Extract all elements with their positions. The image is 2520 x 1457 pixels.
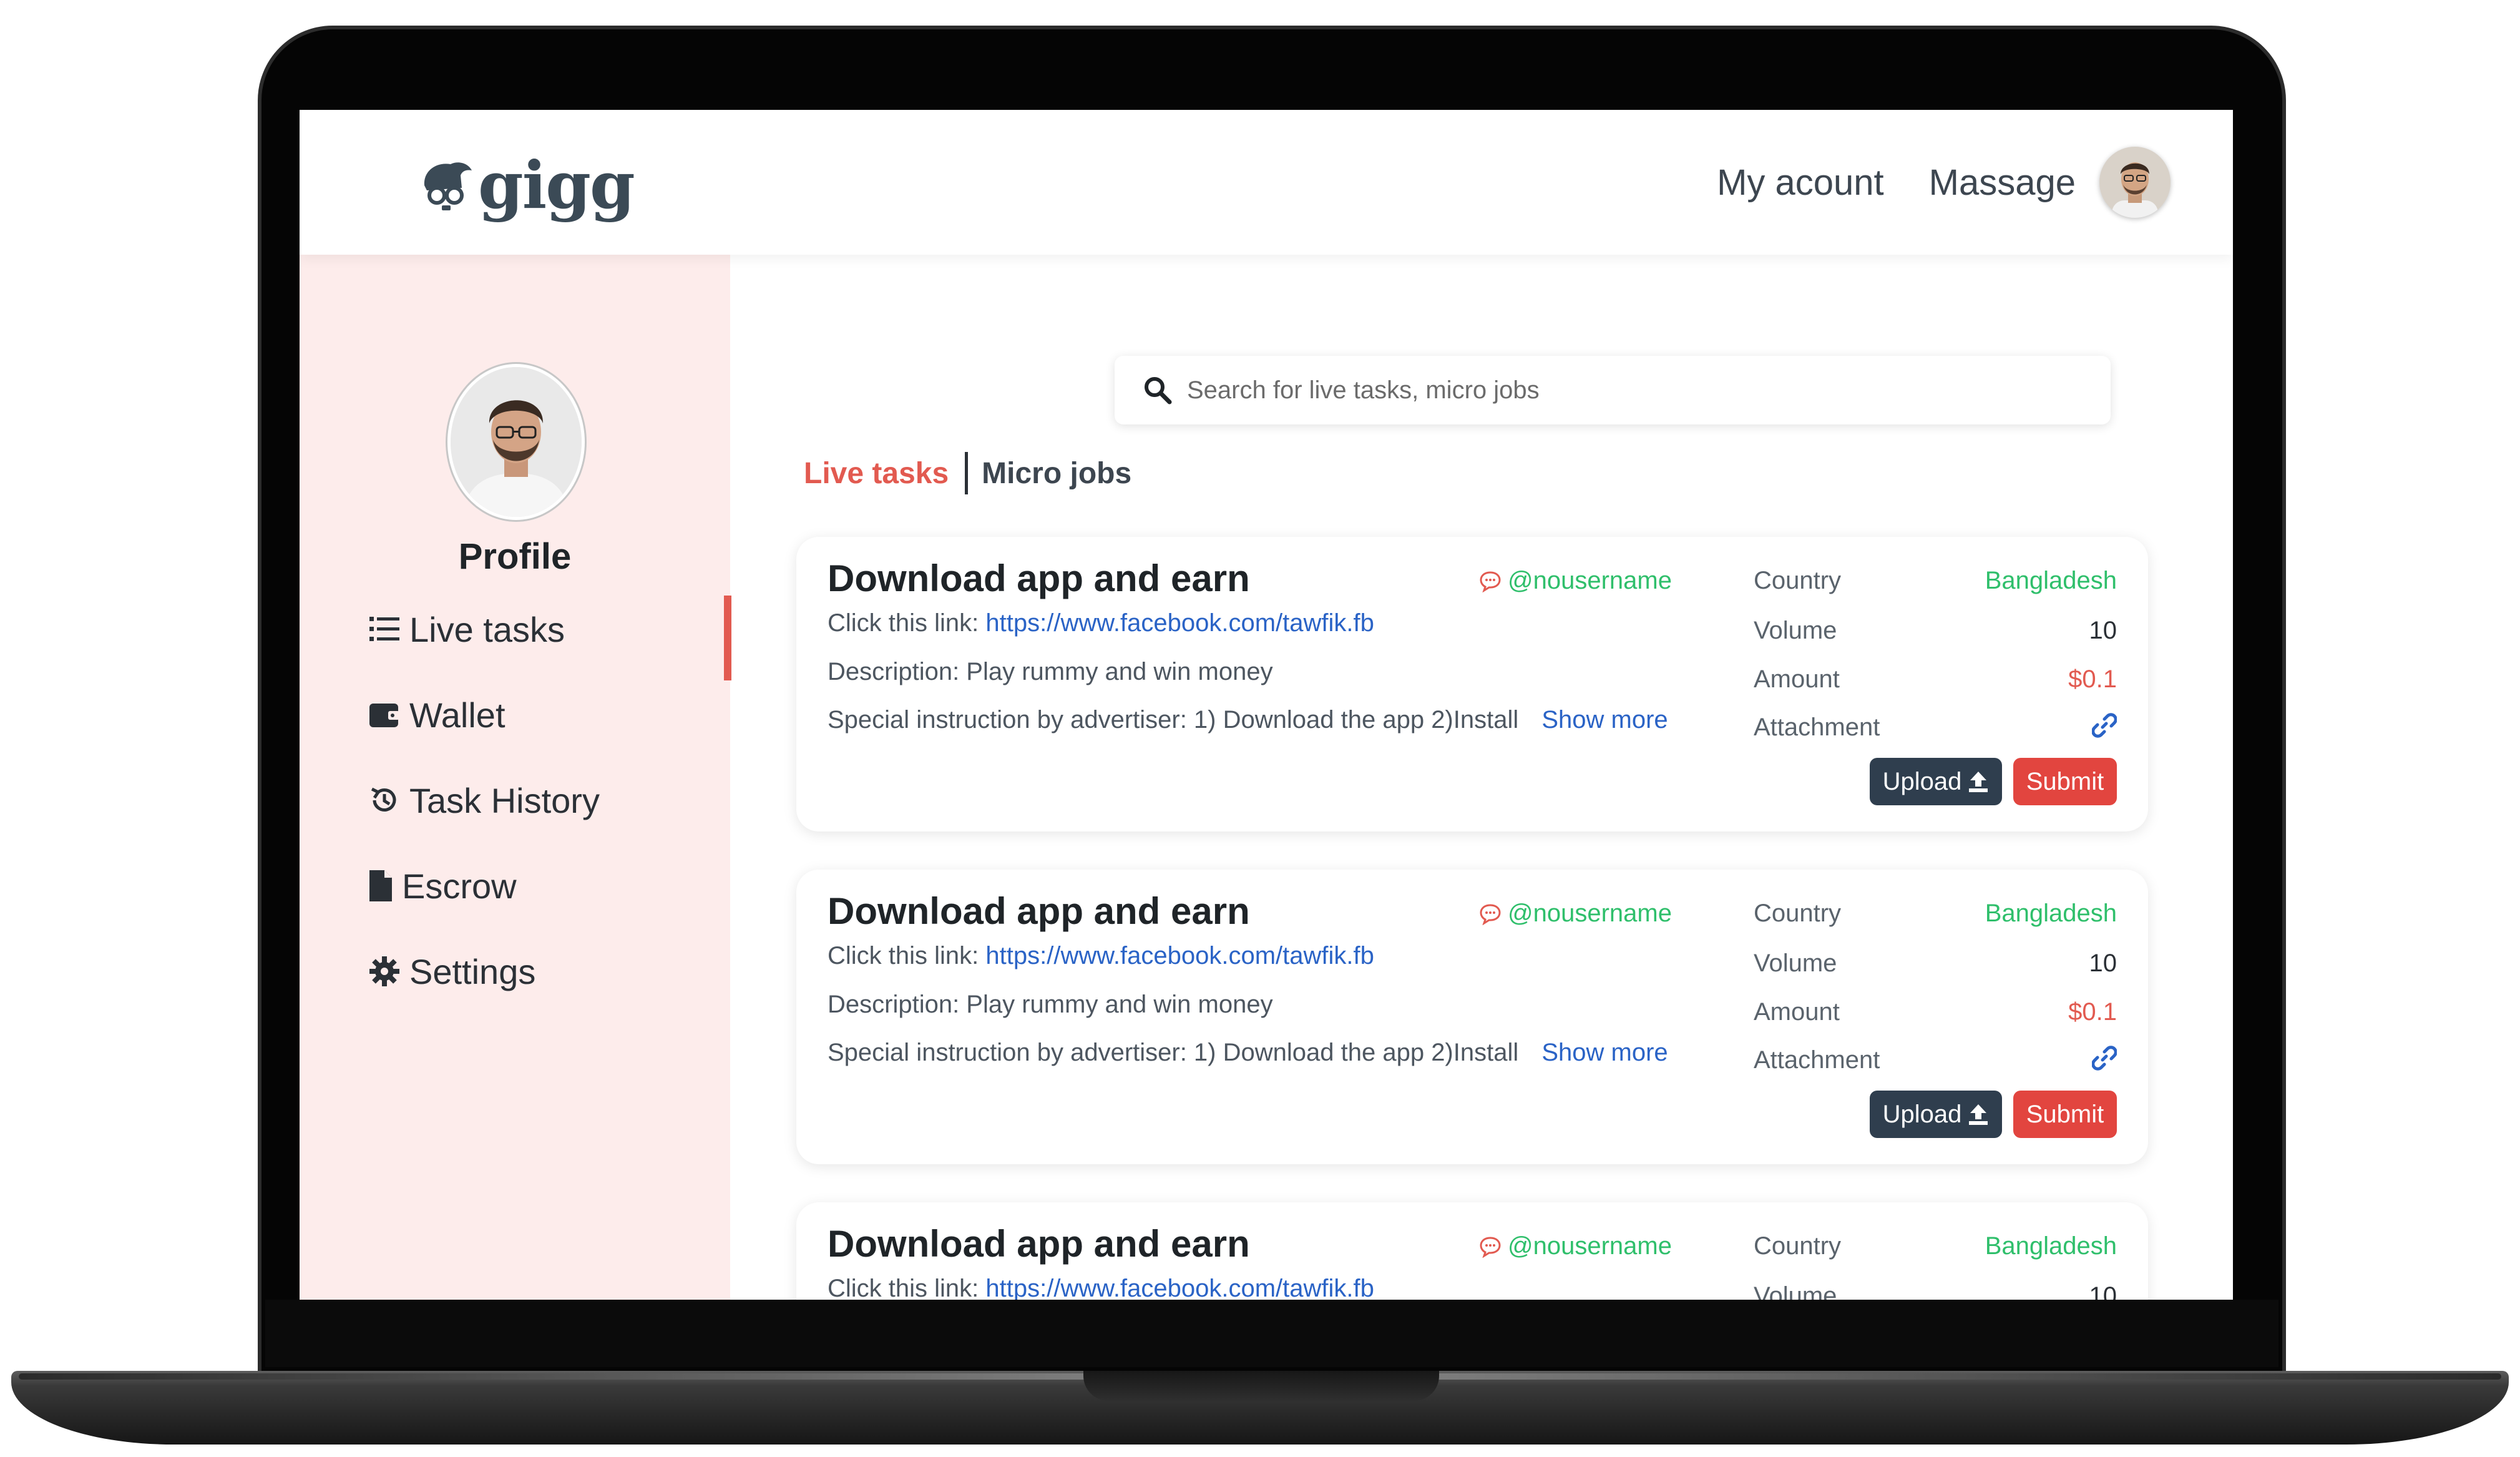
amount-value: $0.1	[2068, 998, 2117, 1026]
sidebar-item-live-tasks[interactable]: Live tasks	[368, 604, 565, 654]
chat-icon	[1480, 903, 1501, 925]
task-card: Download app and earn @nousername Click …	[796, 870, 2148, 1164]
task-username[interactable]: @nousername	[1479, 1232, 1672, 1260]
attachment-label: Attachment	[1754, 1046, 1880, 1074]
task-title: Download app and earn	[828, 890, 1250, 932]
my-account-link[interactable]: My acount	[1717, 162, 1884, 204]
country-value: Bangladesh	[1985, 1232, 2117, 1260]
sidebar-item-task-history[interactable]: Task History	[368, 775, 600, 825]
submit-button[interactable]: Submit	[2013, 758, 2117, 805]
tab-divider	[965, 452, 969, 494]
sidebar-item-label: Wallet	[409, 695, 505, 735]
gear-icon	[368, 955, 401, 988]
task-link-line: Click this link: https://www.facebook.co…	[828, 1275, 1374, 1300]
sidebar-item-label: Task History	[409, 780, 600, 820]
task-card: Download app and earn @nousername Click …	[796, 1202, 2148, 1300]
task-username-text: @nousername	[1508, 900, 1672, 927]
profile-label: Profile	[458, 536, 572, 577]
task-instruction-line: Special instruction by advertiser: 1) Do…	[828, 706, 1668, 734]
sidebar: Profile Live tasks Wallet Task History E…	[300, 255, 731, 1300]
upload-button-label: Upload	[1882, 1100, 1962, 1128]
message-link[interactable]: Massage	[1929, 162, 2076, 204]
task-card: Download app and earn @nousername Click …	[796, 537, 2148, 832]
upload-icon	[1969, 772, 1988, 792]
logo-text: gigg	[478, 147, 635, 223]
amount-label: Amount	[1754, 998, 1840, 1026]
task-link[interactable]: https://www.facebook.com/tawfik.fb	[985, 609, 1374, 637]
list-icon	[368, 613, 401, 645]
amount-label: Amount	[1754, 665, 1840, 693]
volume-label: Volume	[1754, 949, 1837, 977]
upload-button[interactable]: Upload	[1870, 758, 2002, 805]
task-link-prefix: Click this link:	[828, 609, 979, 637]
top-nav-links: My acount Massage	[1672, 142, 2171, 222]
task-title: Download app and earn	[828, 1223, 1250, 1265]
attachment-link-icon[interactable]	[2091, 713, 2117, 744]
avatar-photo-icon	[2099, 147, 2171, 218]
history-icon	[368, 784, 401, 817]
volume-label: Volume	[1754, 1282, 1837, 1300]
volume-value: 10	[2089, 949, 2117, 977]
upload-button[interactable]: Upload	[1870, 1091, 2002, 1138]
country-label: Country	[1754, 567, 1842, 594]
attachment-label: Attachment	[1754, 714, 1880, 741]
task-username[interactable]: @nousername	[1479, 900, 1672, 928]
task-link-prefix: Click this link:	[828, 1275, 979, 1300]
logo-mascot-icon	[424, 162, 472, 210]
wallet-icon	[368, 699, 401, 731]
chat-icon	[1480, 1236, 1501, 1258]
task-username-text: @nousername	[1508, 567, 1672, 594]
upload-icon	[1969, 1104, 1988, 1125]
sidebar-item-label: Settings	[409, 951, 536, 991]
upload-button-label: Upload	[1882, 767, 1962, 795]
show-more-link[interactable]: Show more	[1541, 1039, 1668, 1066]
laptop-notch	[1083, 1371, 1439, 1401]
task-instruction: Special instruction by advertiser: 1) Do…	[828, 706, 1519, 733]
sidebar-item-escrow[interactable]: Escrow	[368, 861, 517, 911]
country-label: Country	[1754, 1232, 1842, 1260]
active-item-indicator	[724, 596, 731, 680]
country-label: Country	[1754, 900, 1842, 927]
tab-micro-jobs[interactable]: Micro jobs	[982, 456, 1131, 491]
task-username[interactable]: @nousername	[1479, 567, 1672, 595]
task-tabs: Live tasks Micro jobs	[804, 451, 1131, 496]
sidebar-item-label: Live tasks	[409, 609, 565, 649]
sidebar-item-settings[interactable]: Settings	[368, 946, 535, 996]
task-description: Description: Play rummy and win money	[828, 658, 1273, 685]
search-icon	[1145, 377, 1172, 405]
task-link-prefix: Click this link:	[828, 942, 979, 969]
profile-photo-icon	[451, 367, 582, 517]
tab-live-tasks[interactable]: Live tasks	[804, 456, 949, 491]
task-link[interactable]: https://www.facebook.com/tawfik.fb	[985, 1275, 1374, 1300]
submit-button[interactable]: Submit	[2013, 1091, 2117, 1138]
task-link-line: Click this link: https://www.facebook.co…	[828, 942, 1374, 970]
country-value: Bangladesh	[1985, 567, 2117, 594]
sidebar-item-label: Escrow	[402, 866, 517, 906]
volume-value: 10	[2089, 617, 2117, 644]
logo[interactable]: gigg	[418, 147, 635, 223]
search-input[interactable]	[1187, 376, 2061, 405]
user-avatar[interactable]	[2099, 147, 2171, 218]
search-bar[interactable]	[1115, 356, 2111, 424]
volume-value: 10	[2089, 1282, 2117, 1300]
sidebar-item-wallet[interactable]: Wallet	[368, 690, 505, 740]
file-icon	[368, 870, 393, 902]
task-link-line: Click this link: https://www.facebook.co…	[828, 609, 1374, 637]
task-description: Description: Play rummy and win money	[828, 991, 1273, 1018]
laptop-bezel	[265, 1300, 2278, 1367]
show-more-link[interactable]: Show more	[1541, 706, 1668, 733]
task-link[interactable]: https://www.facebook.com/tawfik.fb	[985, 942, 1374, 969]
chat-icon	[1480, 571, 1501, 592]
task-instruction-line: Special instruction by advertiser: 1) Do…	[828, 1039, 1668, 1067]
screen: gigg My acount Massage Profile Live task…	[300, 110, 2233, 1300]
profile-avatar[interactable]	[447, 364, 585, 520]
top-navbar: gigg My acount Massage	[300, 110, 2233, 255]
attachment-link-icon[interactable]	[2091, 1046, 2117, 1077]
volume-label: Volume	[1754, 617, 1837, 644]
task-instruction: Special instruction by advertiser: 1) Do…	[828, 1039, 1519, 1066]
task-username-text: @nousername	[1508, 1232, 1672, 1260]
task-title: Download app and earn	[828, 557, 1250, 599]
country-value: Bangladesh	[1985, 900, 2117, 927]
amount-value: $0.1	[2068, 665, 2117, 693]
